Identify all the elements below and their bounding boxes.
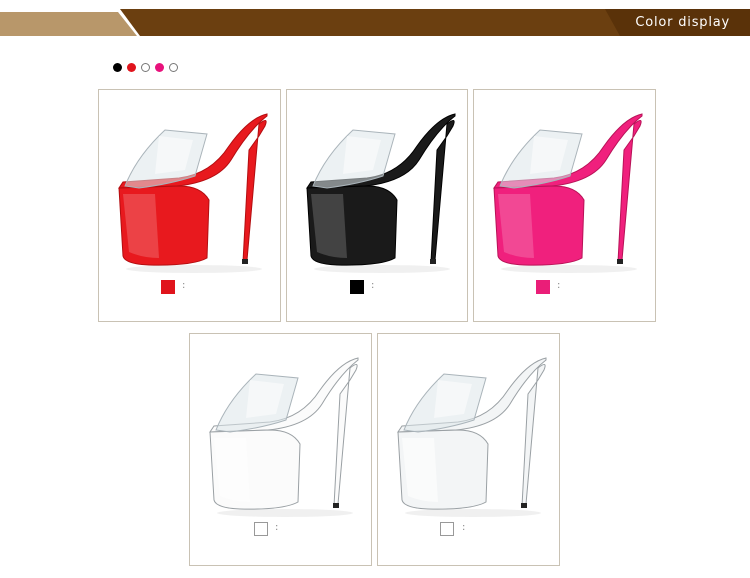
product-card-black[interactable]: : <box>286 89 468 322</box>
swatch-separator: : <box>371 280 375 291</box>
color-swatch-clear[interactable] <box>440 522 454 536</box>
swatch-separator: : <box>275 522 279 533</box>
color-dot-selector <box>113 63 178 72</box>
color-dot-black[interactable] <box>113 63 122 72</box>
shoe-image-white <box>209 357 359 517</box>
page-title: Color display <box>635 15 730 30</box>
product-card-red[interactable]: : <box>98 89 281 322</box>
shoe-image-clear <box>397 357 547 517</box>
color-swatch-red[interactable] <box>161 280 175 294</box>
color-swatch-white[interactable] <box>254 522 268 536</box>
banner-accent <box>0 12 137 36</box>
product-card-rose[interactable]: : <box>473 89 656 322</box>
swatch-separator: : <box>462 522 466 533</box>
swatch-separator: : <box>182 280 186 291</box>
product-card-white[interactable]: : <box>189 333 372 566</box>
color-dot-white[interactable] <box>141 63 150 72</box>
color-swatch-rose[interactable] <box>536 280 550 294</box>
color-dot-clear[interactable] <box>169 63 178 72</box>
color-swatch-black[interactable] <box>350 280 364 294</box>
shoe-image-black <box>306 113 456 273</box>
color-dot-rose[interactable] <box>155 63 164 72</box>
shoe-image-rose <box>493 113 643 273</box>
shoe-image-red <box>118 113 268 273</box>
product-card-clear[interactable]: : <box>377 333 560 566</box>
color-dot-red[interactable] <box>127 63 136 72</box>
swatch-separator: : <box>557 280 561 291</box>
